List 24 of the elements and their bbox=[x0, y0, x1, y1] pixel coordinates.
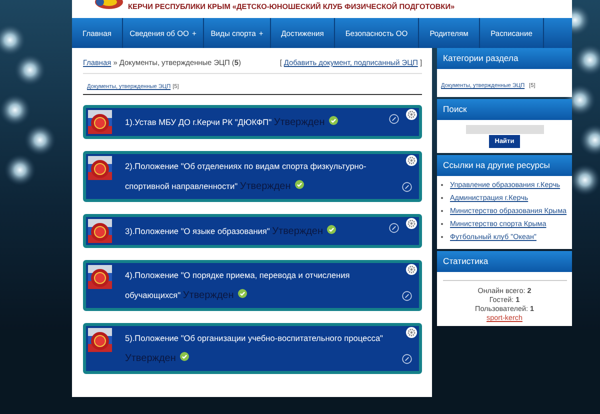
edit-icon[interactable] bbox=[402, 291, 412, 301]
document-title[interactable]: 2).Положение "Об отделениях по видам спорта физкультурно-спортивной направленности" Утвержден bbox=[125, 156, 387, 197]
settings-icon[interactable] bbox=[406, 218, 417, 229]
settings-icon[interactable] bbox=[406, 155, 417, 166]
document-title[interactable]: 4).Положение "О порядке приема, перевода и отчисления обучающихся" Утвержден bbox=[125, 265, 387, 306]
panel-title: Поиск bbox=[437, 99, 572, 120]
settings-icon[interactable] bbox=[406, 109, 417, 120]
document-title[interactable]: 1).Устав МБУ ДО г.Керчи РК "ДЮКФП" Утвержден bbox=[125, 112, 387, 132]
emblem-icon bbox=[94, 0, 124, 10]
edit-icon[interactable] bbox=[389, 114, 399, 124]
panel-title: Категории раздела bbox=[437, 48, 572, 69]
emblem-icon bbox=[88, 328, 112, 352]
search-field[interactable] bbox=[466, 125, 544, 134]
emblem-icon bbox=[88, 265, 112, 289]
emblem-icon bbox=[88, 219, 112, 243]
settings-icon[interactable] bbox=[406, 264, 417, 275]
edit-icon[interactable] bbox=[402, 354, 412, 364]
emblem-icon bbox=[88, 156, 112, 180]
document-title[interactable]: 3).Положение "О языке образования" Утвержден bbox=[125, 220, 387, 242]
emblem-icon bbox=[88, 110, 112, 134]
edit-icon[interactable] bbox=[389, 223, 399, 233]
settings-icon[interactable] bbox=[406, 327, 417, 338]
panel-title: Статистика bbox=[437, 251, 572, 272]
edit-icon[interactable] bbox=[402, 182, 412, 192]
